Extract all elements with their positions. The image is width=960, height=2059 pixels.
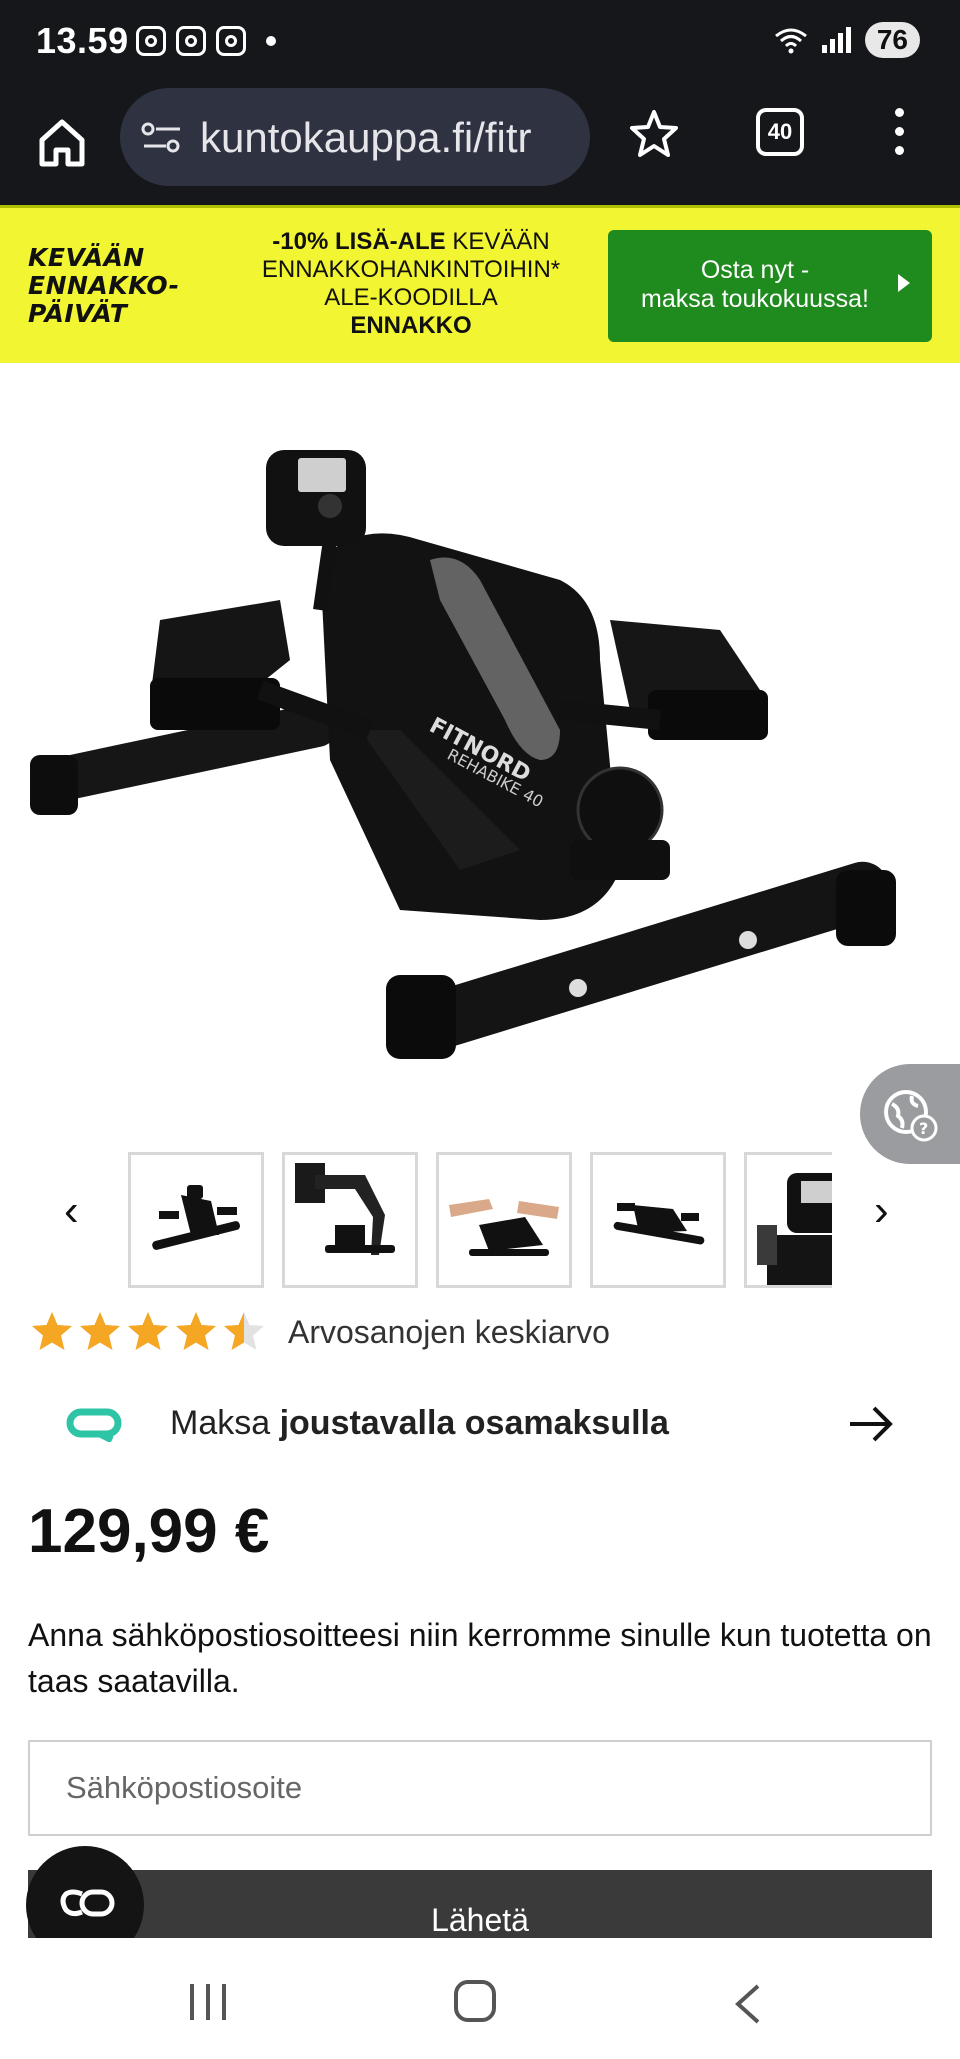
thumb-bike-hands xyxy=(449,1199,559,1256)
thumbnail[interactable] xyxy=(282,1152,418,1288)
site-settings-icon[interactable] xyxy=(140,120,184,156)
product-main-image[interactable]: FITNORD REHABIKE 40 xyxy=(0,400,960,1100)
carousel-next-button[interactable]: › xyxy=(874,1186,889,1236)
wifi-icon xyxy=(774,28,807,54)
rating-label: Arvosanojen keskiarvo xyxy=(288,1313,610,1350)
promo-banner[interactable]: KEVÄÄN ENNAKKO- PÄIVÄT -10% LISÄ-ALE KEV… xyxy=(0,208,960,363)
star-icon xyxy=(224,1312,264,1350)
bookmark-star-icon[interactable] xyxy=(626,106,682,162)
thumbnail[interactable] xyxy=(128,1152,264,1288)
product-price: 129,99 € xyxy=(28,1497,270,1566)
back-in-stock-text: Anna sähköpostiosoitteesi niin kerromme … xyxy=(28,1617,932,1699)
instagram-icon xyxy=(176,26,206,56)
status-system-icons: 76 xyxy=(774,22,920,58)
star-icon xyxy=(176,1312,216,1350)
status-notification-icons xyxy=(136,26,276,56)
home-icon[interactable] xyxy=(34,114,90,170)
thumb-bike-side xyxy=(152,1185,241,1250)
star-icon xyxy=(128,1312,168,1350)
buy-now-button[interactable]: Osta nyt - maksa toukokuussa! xyxy=(608,230,932,342)
star-icon xyxy=(80,1312,120,1350)
installment-provider-logo xyxy=(66,1408,122,1442)
globe-help-icon: ? xyxy=(884,1090,938,1142)
browser-toolbar: kuntokauppa.fi/fitr 40 xyxy=(0,84,960,208)
product-rating[interactable]: Arvosanojen keskiarvo xyxy=(30,1306,610,1358)
instagram-icon xyxy=(216,26,246,56)
star-icon xyxy=(32,1312,72,1350)
promo-logo: KEVÄÄN ENNAKKO- PÄIVÄT xyxy=(28,243,180,328)
email-field[interactable] xyxy=(28,1740,932,1836)
tabs-icon[interactable]: 40 xyxy=(756,108,804,156)
language-globe-button[interactable]: ? xyxy=(860,1064,960,1164)
chevron-right-icon xyxy=(898,274,910,292)
thumbnail[interactable] xyxy=(744,1152,832,1288)
thumbnail-track xyxy=(128,1152,832,1292)
thumbnail[interactable] xyxy=(436,1152,572,1288)
signal-icon xyxy=(821,27,851,53)
thumbnail[interactable] xyxy=(590,1152,726,1288)
rating-stars xyxy=(30,1310,266,1354)
arrow-right-icon xyxy=(850,1406,893,1442)
carousel-prev-button[interactable]: ‹ xyxy=(64,1186,79,1236)
address-bar[interactable]: kuntokauppa.fi/fitr xyxy=(120,88,590,186)
status-bar: 13.59 76 xyxy=(0,0,960,84)
thumb-bike-legs xyxy=(295,1163,395,1255)
recent-apps-icon[interactable] xyxy=(190,1984,226,2020)
notification-dot-icon xyxy=(266,36,276,46)
thumbnail-carousel: ‹ › xyxy=(0,1150,960,1290)
home-nav-icon[interactable] xyxy=(454,1980,496,2022)
installment-link[interactable]: Maksa joustavalla osamaksulla xyxy=(0,1386,960,1462)
thumb-bike-floor xyxy=(613,1203,705,1245)
chat-logo-icon xyxy=(60,1889,115,1917)
status-time: 13.59 xyxy=(36,20,129,61)
promo-text: -10% LISÄ-ALE KEVÄÄN ENNAKKOHANKINTOIHIN… xyxy=(261,228,561,339)
more-menu-icon[interactable] xyxy=(884,108,914,164)
svg-text:?: ? xyxy=(919,1119,928,1138)
url-text[interactable]: kuntokauppa.fi/fitr xyxy=(200,114,572,162)
screenshot-icon xyxy=(136,26,166,56)
battery-icon: 76 xyxy=(864,22,920,58)
thumb-bike-display xyxy=(757,1173,832,1285)
installment-text: Maksa joustavalla osamaksulla xyxy=(170,1404,669,1442)
system-nav-bar xyxy=(0,1938,960,2059)
back-icon[interactable] xyxy=(732,1982,762,2026)
